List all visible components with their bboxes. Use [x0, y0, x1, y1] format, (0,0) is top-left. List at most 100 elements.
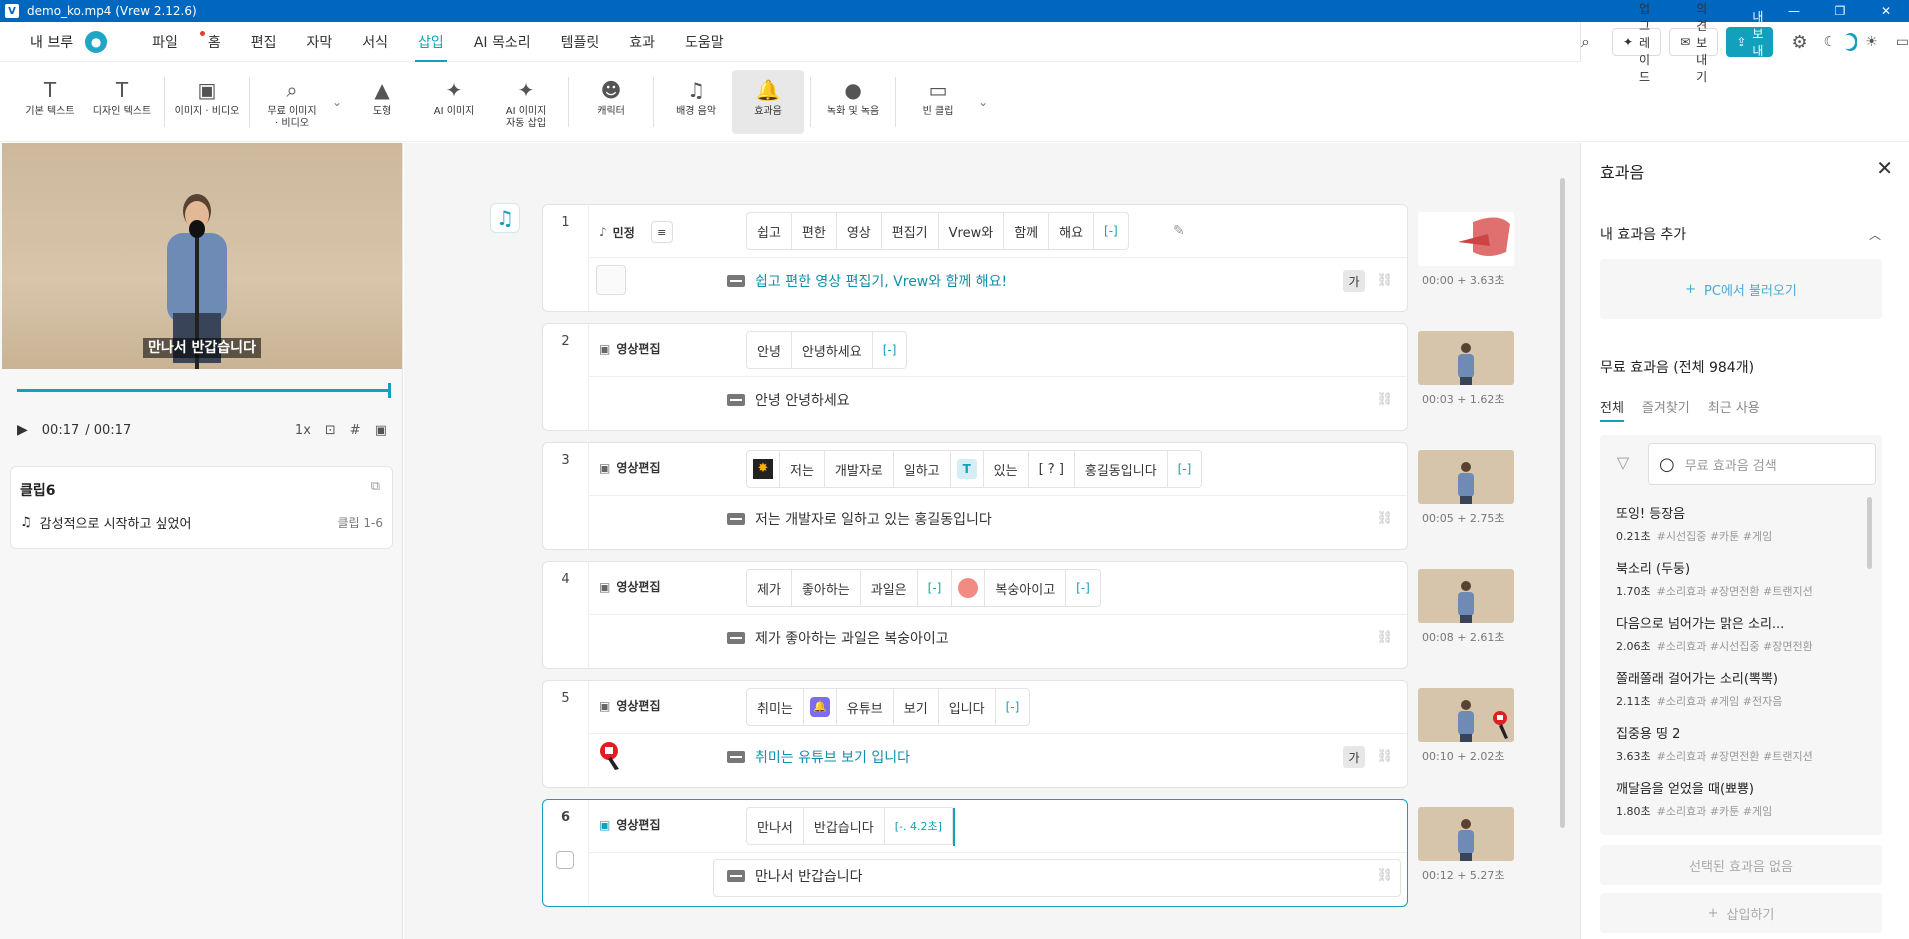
menu-ai-voice[interactable]: AI 목소리 [459, 22, 546, 62]
theme-toggle[interactable] [1841, 33, 1858, 51]
word-chip[interactable]: 쉽고 [747, 213, 792, 249]
maximize-button[interactable]: ❐ [1817, 0, 1863, 22]
tool-image-video[interactable]: ▣ 이미지 · 비디오 [171, 70, 243, 134]
subtitle-row[interactable]: 안녕 안녕하세요 [727, 390, 850, 410]
search-icon[interactable]: ⌕ [1581, 32, 1590, 52]
subtitle-text[interactable]: 저는 개발자로 일하고 있는 홍길동입니다 [755, 509, 992, 529]
gear-icon[interactable]: ⚙ [1791, 32, 1807, 53]
word-chip[interactable]: 과일은 [861, 570, 918, 606]
subtitle-text[interactable]: 안녕 안녕하세요 [755, 390, 850, 410]
filter-icon[interactable]: ▽ [1606, 445, 1640, 479]
menu-home[interactable]: 홈 [193, 22, 236, 62]
close-icon[interactable]: ✕ [1876, 156, 1893, 180]
subtitle-row[interactable]: 취미는 유튜브 보기 입니다 [727, 747, 910, 767]
menu-format[interactable]: 서식 [347, 22, 403, 62]
sfx-item[interactable]: 깨달음을 얻었을 때(뾰뿅) 1.80초 #소리효과 #카툰 #게임 [1616, 778, 1772, 819]
silence-chip[interactable]: [-] [996, 689, 1030, 725]
word-chip[interactable]: 해요 [1049, 213, 1095, 249]
tool-ai-image[interactable]: ✦ AI 이미지 [418, 70, 490, 134]
pencil-icon[interactable]: ✎ [1173, 223, 1185, 239]
text-style-button[interactable]: 가 [1343, 746, 1365, 768]
bgm-marker-icon[interactable]: ♫ [490, 203, 520, 233]
sfx-item[interactable]: 또잉! 등장음 0.21초 #시선집중 #카툰 #게임 [1616, 503, 1772, 544]
text-style-button[interactable]: 가 [1343, 270, 1365, 292]
word-chip[interactable]: 좋아하는 [792, 570, 861, 606]
user-menu[interactable]: 내 브루 ● [30, 30, 108, 53]
word-chip[interactable]: 취미는 [747, 689, 804, 725]
my-sfx-section[interactable]: 내 효과음 추가 [1600, 224, 1686, 244]
tool-design-text[interactable]: T 디자인 텍스트 [86, 70, 158, 134]
menu-template[interactable]: 템플릿 [546, 22, 615, 62]
tool-ai-image-auto[interactable]: ✦ AI 이미지 자동 삽입 [490, 70, 562, 134]
menu-edit[interactable]: 편집 [236, 22, 292, 62]
word-chip[interactable]: 편한 [792, 213, 837, 249]
play-icon[interactable]: ▶ [17, 422, 28, 438]
speaker-label[interactable]: ♪ 민정 ≡ [599, 221, 673, 243]
subtitle-row[interactable]: 제가 좋아하는 과일은 복숭아이고 [727, 628, 949, 648]
load-from-pc-button[interactable]: + PC에서 불러오기 [1600, 259, 1882, 319]
bgm-row[interactable]: ♫ 감성적으로 시작하고 싶었어 클립 1-6 [20, 513, 383, 532]
word-chip[interactable]: 있는 [984, 451, 1029, 487]
link-icon[interactable]: ⛓ [1376, 273, 1393, 288]
subtitle-row[interactable]: 저는 개발자로 일하고 있는 홍길동입니다 [727, 509, 992, 529]
word-chip[interactable]: 입니다 [939, 689, 996, 725]
word-chip[interactable]: 개발자로 [825, 451, 894, 487]
tool-free-image-video[interactable]: ⌕ 무료 이미지 · 비디오 [256, 70, 328, 134]
menu-help[interactable]: 도움말 [670, 22, 739, 62]
clip-thumbnail[interactable] [1418, 212, 1514, 266]
speed-button[interactable]: 1x [295, 423, 311, 438]
word-chip[interactable]: 함께 [1004, 213, 1050, 249]
clip-thumbnail[interactable] [1418, 331, 1514, 385]
word-chip[interactable]: 보기 [894, 689, 939, 725]
silence-chip[interactable]: [-] [873, 332, 907, 368]
tool-sound-effect[interactable]: 🔔 효과음 [732, 69, 805, 134]
progress-handle[interactable] [388, 383, 391, 398]
tab-all[interactable]: 전체 [1600, 397, 1624, 422]
grid-icon[interactable]: # [350, 423, 361, 438]
word-chip[interactable]: 일하고 [894, 451, 951, 487]
tool-basic-text[interactable]: T 기본 텍스트 [14, 70, 86, 134]
subtitle-row[interactable]: 쉽고 편한 영상 편집기, Vrew와 함께 해요! [727, 271, 1007, 291]
silence-chip[interactable]: [-] [1168, 451, 1202, 487]
silence-chip[interactable]: [-] [918, 570, 953, 606]
speaker-label[interactable]: ▣ 영상편집 [599, 816, 661, 833]
menu-insert[interactable]: 삽입 [403, 22, 459, 62]
word-chip[interactable]: 안녕하세요 [792, 332, 873, 368]
clip-row[interactable]: 3 ▣ 영상편집 ✸ 저는 개발자로 일하고 T 있는 [ ? ] 홍길동입니다 … [542, 442, 1408, 550]
export-button[interactable]: ⇪ 내보내기 [1726, 10, 1774, 75]
clip-row[interactable]: 2 ▣ 영상편집 안녕 안녕하세요 [-] 안녕 안녕하세요 ⛓ [542, 323, 1408, 431]
word-chip[interactable]: 반갑습니다 [804, 808, 885, 844]
caption-toggle-icon[interactable]: ▣ [375, 423, 387, 438]
feedback-button[interactable]: ✉ 의견 보내기 [1669, 2, 1719, 84]
clip-row[interactable]: 5 ▣ 영상편집 취미는 🔔 유튜브 보기 입니다 [-] 취미는 유튜브 보기 … [542, 680, 1408, 788]
tool-character[interactable]: ☻ 캐릭터 [575, 70, 647, 134]
tool-empty-clip[interactable]: ▭ 빈 클립 [902, 70, 974, 134]
sticker-chip[interactable]: ✸ [747, 451, 780, 487]
minimize-button[interactable]: — [1771, 0, 1817, 22]
menu-file[interactable]: 파일 [137, 22, 193, 62]
speaker-label[interactable]: ▣ 영상편집 [599, 459, 661, 476]
chevron-up-icon[interactable]: ︿ [1869, 226, 1881, 243]
playback-progress[interactable] [17, 383, 391, 398]
screenshot-icon[interactable]: ⊡ [325, 423, 336, 438]
menu-subtitle[interactable]: 자막 [292, 22, 348, 62]
link-icon[interactable]: ⛓ [1376, 749, 1393, 764]
word-chip[interactable]: 홍길동입니다 [1075, 451, 1168, 487]
media-slot[interactable] [596, 265, 626, 295]
word-chip[interactable]: 영상 [837, 213, 882, 249]
silence-chip[interactable]: [-] [1094, 213, 1128, 249]
link-icon[interactable]: ⛓ [1376, 868, 1393, 883]
sfx-item[interactable]: 북소리 (두둥) 1.70초 #소리효과 #장면전환 #트랜지션 [1616, 558, 1813, 599]
upgrade-button[interactable]: ✦ 업그레이드 [1611, 2, 1662, 84]
silence-chip[interactable]: [-] [1066, 570, 1100, 606]
link-icon[interactable]: ⛓ [1376, 392, 1393, 407]
editor-scrollbar[interactable] [1560, 178, 1565, 828]
panel-toggle-icon[interactable]: ▭ [1896, 34, 1909, 50]
link-icon[interactable]: ⛓ [1376, 511, 1393, 526]
settings-icon[interactable]: ≡ [650, 221, 673, 243]
clip-thumbnail[interactable] [1418, 807, 1514, 861]
external-link-icon[interactable]: ⧉ [371, 479, 380, 494]
subtitle-text[interactable]: 제가 좋아하는 과일은 복숭아이고 [755, 628, 949, 648]
speaker-label[interactable]: ▣ 영상편집 [599, 578, 661, 595]
word-chip[interactable]: 제가 [747, 570, 792, 606]
